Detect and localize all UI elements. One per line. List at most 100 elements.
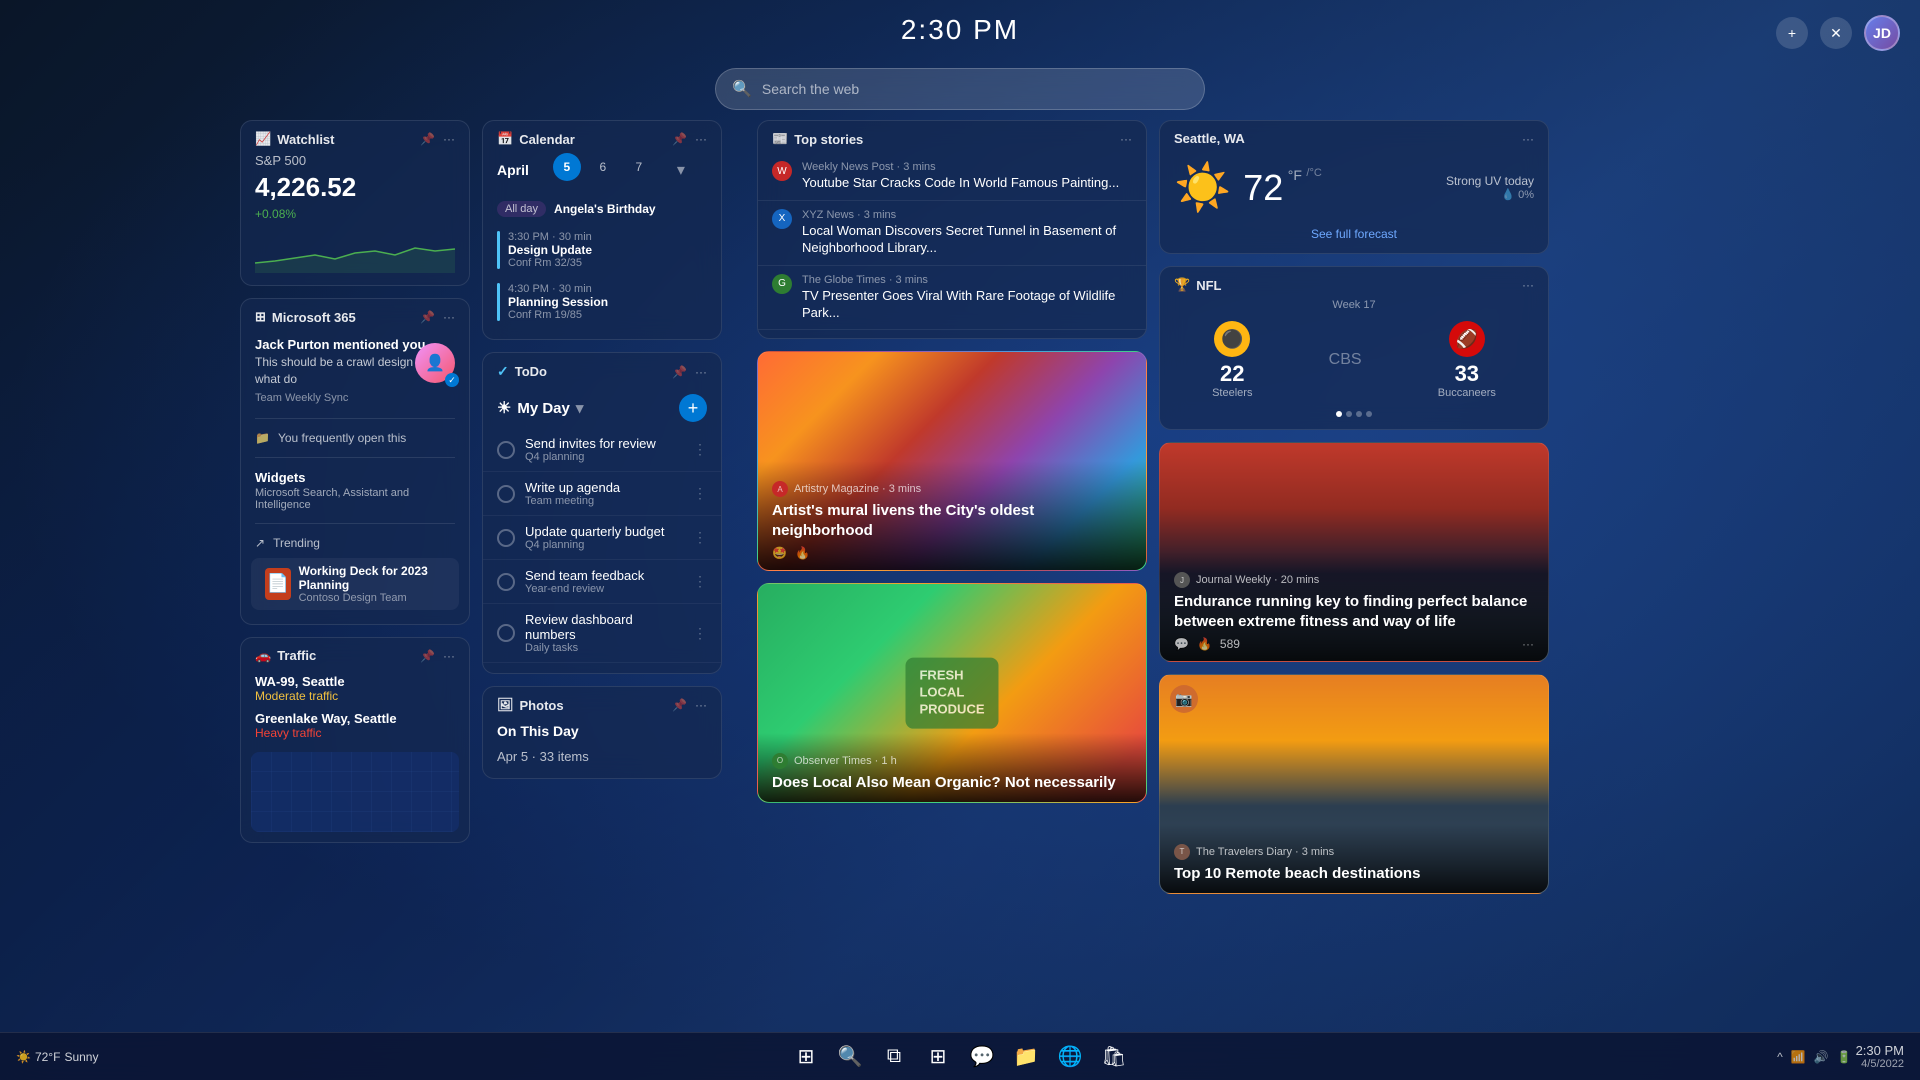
taskbar-taskview[interactable]: ⧉ <box>876 1039 912 1075</box>
m365-more[interactable]: ··· <box>443 310 455 324</box>
news-item-1[interactable]: W Weekly News Post · 3 mins Youtube Star… <box>758 153 1146 201</box>
nfl-title-row: 🏆 NFL <box>1174 277 1221 293</box>
add-task-button[interactable]: + <box>679 394 707 422</box>
mural-emoji-1: 🤩 <box>772 546 787 560</box>
calendar-day-5[interactable]: 5 <box>553 153 581 181</box>
taskbar-widgets[interactable]: ⊞ <box>920 1039 956 1075</box>
news-icon-1: W <box>772 161 792 181</box>
search-input[interactable] <box>762 81 1188 97</box>
todo-dots-4[interactable]: ⋮ <box>693 573 707 590</box>
news-image-runner[interactable]: J Journal Weekly · 20 mins Endurance run… <box>1159 442 1549 662</box>
news-image-beach[interactable]: 📷 T The Travelers Diary · 3 mins Top 10 … <box>1159 674 1549 894</box>
widgets-section: Widgets Microsoft Search, Assistant and … <box>241 466 469 515</box>
photos-pin[interactable]: 📌 <box>672 698 687 712</box>
todo-dots-1[interactable]: ⋮ <box>693 441 707 458</box>
see-forecast-link[interactable]: See full forecast <box>1160 223 1548 245</box>
mural-emoji-2: 🔥 <box>795 546 810 560</box>
taskbar-chevron-icon[interactable]: ^ <box>1777 1050 1783 1064</box>
doc-card[interactable]: 📄 Working Deck for 2023 Planning Contoso… <box>251 558 459 610</box>
event2-info: 4:30 PM · 30 min Planning Session Conf R… <box>508 283 707 321</box>
user-avatar[interactable]: JD <box>1864 15 1900 51</box>
news-image-mural[interactable]: A Artistry Magazine · 3 mins Artist's mu… <box>757 351 1147 571</box>
news-meta-2: XYZ News · 3 mins <box>802 209 1132 221</box>
taskbar-store[interactable]: 🛍 <box>1096 1039 1132 1075</box>
m365-pin[interactable]: 📌 <box>420 310 435 324</box>
taskbar-start[interactable]: ⊞ <box>788 1039 824 1075</box>
todo-dots-3[interactable]: ⋮ <box>693 529 707 546</box>
add-button[interactable]: + <box>1776 17 1808 49</box>
column-5: Seattle, WA ··· ☀️ 72 °F /°C Strong UV t… <box>1159 120 1549 894</box>
clock-display: 2:30 PM <box>901 14 1019 46</box>
watchlist-more[interactable]: ··· <box>443 132 455 146</box>
folder-icon: 📁 <box>255 431 270 445</box>
todo-dots-2[interactable]: ⋮ <box>693 485 707 502</box>
todo-dots-5[interactable]: ⋮ <box>693 625 707 642</box>
taskbar-volume-icon[interactable]: 🔊 <box>1814 1050 1829 1064</box>
my-day-label: My Day <box>517 400 570 417</box>
search-bar[interactable]: 🔍 <box>715 68 1205 110</box>
traffic-more[interactable]: ··· <box>443 649 455 663</box>
taskbar-teams[interactable]: 💬 <box>964 1039 1000 1075</box>
runner-emoji-1: 💬 <box>1174 637 1189 651</box>
weather-more[interactable]: ··· <box>1522 132 1534 146</box>
todo-item-4[interactable]: Send team feedback Year-end review ⋮ <box>483 560 721 604</box>
taskbar-time-display: 2:30 PM <box>1856 1043 1904 1058</box>
news-item-3[interactable]: G The Globe Times · 3 mins TV Presenter … <box>758 266 1146 331</box>
steelers-logo: ⚫ <box>1214 321 1250 357</box>
todo-pin[interactable]: 📌 <box>672 365 687 379</box>
todo-item-1[interactable]: Send invites for review Q4 planning ⋮ <box>483 428 721 472</box>
route1-name: WA-99, Seattle <box>255 674 455 689</box>
watchlist-pin[interactable]: 📌 <box>420 132 435 146</box>
calendar-title-row: 📅 Calendar <box>497 131 575 147</box>
nfl-more[interactable]: ··· <box>1522 278 1534 292</box>
calendar-pin[interactable]: 📌 <box>672 132 687 146</box>
traffic-icon: 🚗 <box>255 648 271 664</box>
taskbar-edge[interactable]: 🌐 <box>1052 1039 1088 1075</box>
taskbar-weather: ☀️ 72°F Sunny <box>16 1050 98 1064</box>
taskbar-battery-icon[interactable]: 🔋 <box>1837 1050 1852 1064</box>
route2-name: Greenlake Way, Seattle <box>255 711 455 726</box>
runner-more[interactable]: ··· <box>1522 637 1534 651</box>
top-stories-icon: 📰 <box>772 131 788 147</box>
calendar-days: 5 6 7 <box>539 153 667 187</box>
weather-temp: 72 <box>1243 167 1283 208</box>
taskbar-clock[interactable]: 2:30 PM 4/5/2022 <box>1856 1043 1904 1070</box>
todo-circle-5 <box>497 624 515 642</box>
event2-bar <box>497 283 500 321</box>
photos-actions: 📌 ··· <box>672 698 707 712</box>
calendar-day-6[interactable]: 6 <box>589 153 617 181</box>
traffic-pin[interactable]: 📌 <box>420 649 435 663</box>
m365-header: ⊞ Microsoft 365 📌 ··· <box>241 299 469 331</box>
todo-more[interactable]: ··· <box>695 365 707 379</box>
top-stories-more[interactable]: ··· <box>1120 132 1132 146</box>
news-source-3: G <box>772 274 792 294</box>
runner-source: J Journal Weekly · 20 mins <box>1174 572 1534 588</box>
produce-source: O Observer Times · 1 h <box>772 753 1132 769</box>
m365-divider3 <box>255 523 455 524</box>
todo-item-3[interactable]: Update quarterly budget Q4 planning ⋮ <box>483 516 721 560</box>
top-stories-header: 📰 Top stories ··· <box>758 121 1146 153</box>
news-image-produce[interactable]: O Observer Times · 1 h Does Local Also M… <box>757 583 1147 803</box>
minimize-button[interactable]: ✕ <box>1820 17 1852 49</box>
calendar-more[interactable]: ··· <box>695 132 707 146</box>
taskbar-search[interactable]: 🔍 <box>832 1039 868 1075</box>
m365-title-row: ⊞ Microsoft 365 <box>255 309 356 325</box>
photos-more[interactable]: ··· <box>695 698 707 712</box>
event1-title: Design Update <box>508 243 707 257</box>
news-source-2: X <box>772 209 792 229</box>
calendar-chevron[interactable]: ▾ <box>677 160 685 180</box>
calendar-day-7[interactable]: 7 <box>625 153 653 181</box>
calendar-event-2: 4:30 PM · 30 min Planning Session Conf R… <box>483 277 721 327</box>
news-source-1: W <box>772 161 792 181</box>
todo-item-2[interactable]: Write up agenda Team meeting ⋮ <box>483 472 721 516</box>
beach-source-icon: 📷 <box>1170 685 1198 713</box>
news-item-2[interactable]: X XYZ News · 3 mins Local Woman Discover… <box>758 201 1146 266</box>
taskbar-explorer[interactable]: 📁 <box>1008 1039 1044 1075</box>
todo-item-5[interactable]: Review dashboard numbers Daily tasks ⋮ <box>483 604 721 663</box>
taskbar-wifi-icon[interactable]: 📶 <box>1791 1050 1806 1064</box>
news-meta-3: The Globe Times · 3 mins <box>802 274 1132 286</box>
runner-reactions: 💬 🔥 589 ··· <box>1174 637 1534 651</box>
mural-title: Artist's mural livens the City's oldest … <box>772 501 1132 540</box>
nfl-title: NFL <box>1196 278 1221 293</box>
taskbar-weather-icon: ☀️ <box>16 1050 31 1064</box>
